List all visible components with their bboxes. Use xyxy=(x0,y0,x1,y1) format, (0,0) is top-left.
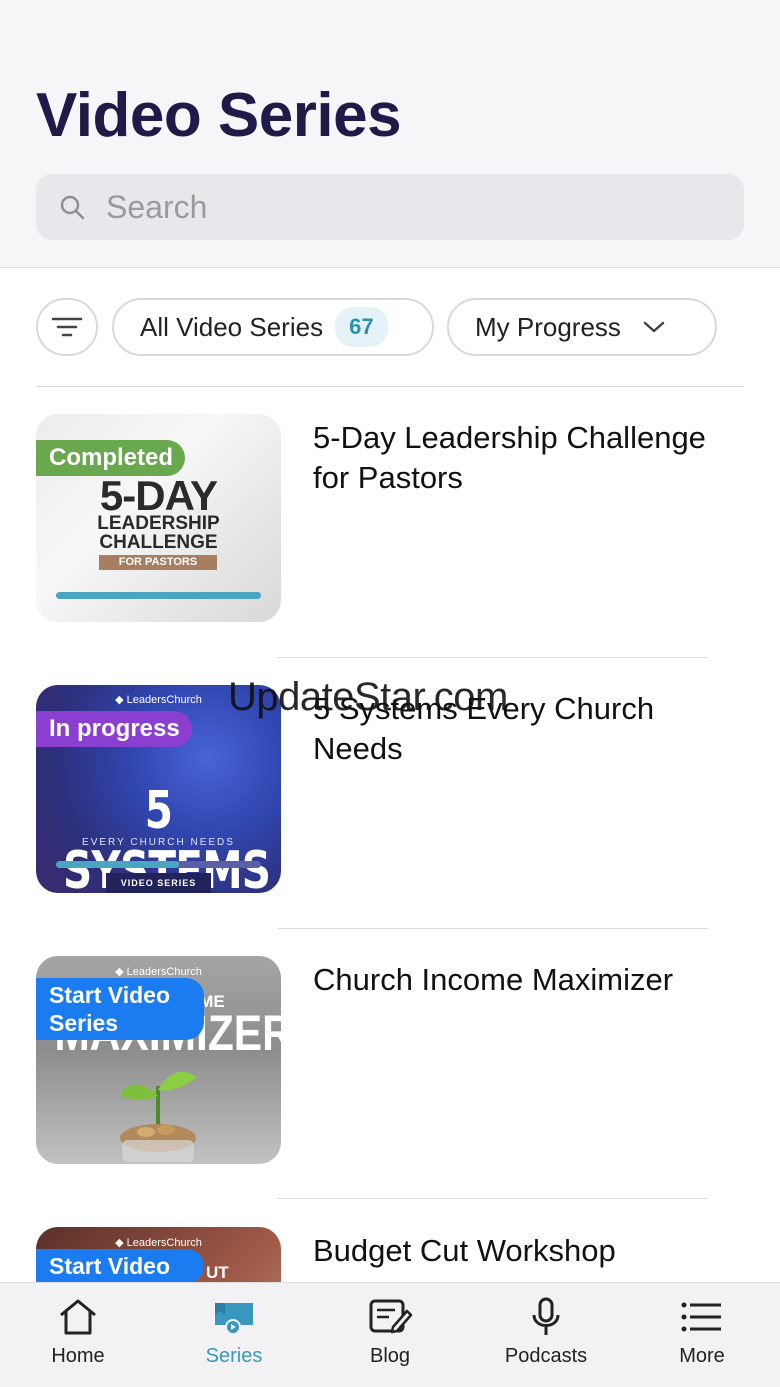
plant-coins-image xyxy=(120,1071,196,1162)
tab-label: Home xyxy=(51,1345,105,1367)
my-progress-label: My Progress xyxy=(475,311,621,342)
page-title: Video Series xyxy=(36,81,402,150)
chevron-down-icon xyxy=(643,321,665,333)
leaderschurch-logo: ◆ LeadersChurch xyxy=(115,966,202,978)
divider xyxy=(36,386,744,387)
microphone-icon xyxy=(532,1297,560,1335)
series-icon xyxy=(215,1303,253,1335)
divider xyxy=(277,1198,708,1199)
tab-more[interactable]: More xyxy=(624,1283,780,1387)
list-item[interactable]: 5-DAY LEADERSHIP CHALLENGE FOR PASTORS C… xyxy=(36,414,744,622)
series-title[interactable]: Church Income Maximizer xyxy=(313,960,733,1000)
series-title[interactable]: Budget Cut Workshop xyxy=(313,1231,733,1271)
filter-icon xyxy=(51,317,83,337)
tab-podcasts[interactable]: Podcasts xyxy=(468,1283,624,1387)
home-icon xyxy=(60,1299,96,1335)
watermark: UpdateStar.com xyxy=(228,675,508,719)
thumbnail-subtitle: UT xyxy=(206,1263,229,1282)
tab-label: Podcasts xyxy=(504,1345,588,1367)
divider xyxy=(277,928,708,929)
leaderschurch-logo: ◆ LeadersChurch xyxy=(115,1237,202,1249)
tab-home[interactable]: Home xyxy=(0,1283,156,1387)
search-icon xyxy=(60,195,85,220)
all-video-series-label: All Video Series xyxy=(140,311,324,342)
series-title[interactable]: 5-Day Leadership Challenge for Pastors xyxy=(313,418,733,498)
divider xyxy=(277,657,708,658)
thumbnail-subtitle: EVERY CHURCH NEEDS xyxy=(82,837,235,848)
series-thumbnail[interactable]: 5-DAY LEADERSHIP CHALLENGE FOR PASTORS C… xyxy=(36,414,281,622)
series-count-badge: 67 xyxy=(335,307,388,347)
progress-fill xyxy=(56,861,179,868)
tab-series[interactable]: Series xyxy=(156,1283,312,1387)
tab-bar: Home Series Blog Podcasts More xyxy=(0,1282,780,1387)
progress-bar xyxy=(56,861,261,868)
blog-icon xyxy=(369,1299,413,1334)
list-item[interactable]: ◆ LeadersChurch OME MAXIMIZER Start Vide… xyxy=(36,956,744,1164)
tab-blog[interactable]: Blog xyxy=(312,1283,468,1387)
status-badge: Start Video xyxy=(36,1249,204,1283)
search-input[interactable] xyxy=(106,188,666,226)
my-progress-dropdown[interactable]: My Progress xyxy=(447,298,717,356)
thumbnail-subtitle: LEADERSHIP CHALLENGE xyxy=(97,513,220,553)
progress-fill xyxy=(56,592,261,599)
search-bar[interactable] xyxy=(36,174,744,240)
series-thumbnail[interactable]: ◆ LeadersChurch OME MAXIMIZER Start Vide… xyxy=(36,956,281,1164)
tab-label: More xyxy=(679,1345,725,1367)
header: Video Series xyxy=(0,0,780,268)
thumbnail-tag: VIDEO SERIES xyxy=(106,873,211,893)
filter-button[interactable] xyxy=(36,298,98,356)
progress-bar xyxy=(56,592,261,599)
all-video-series-chip[interactable]: All Video Series 67 xyxy=(112,298,434,356)
tab-label: Series xyxy=(205,1345,263,1367)
menu-icon xyxy=(681,1302,721,1332)
filter-bar: All Video Series 67 My Progress xyxy=(36,298,744,356)
series-thumbnail[interactable]: ◆ LeadersChurch UT Start Video xyxy=(36,1227,281,1283)
status-badge: Start Video Series xyxy=(36,978,204,1040)
tab-label: Blog xyxy=(369,1345,411,1367)
status-badge: Completed xyxy=(36,440,186,476)
status-badge: In progress xyxy=(36,711,192,747)
thumbnail-tag: FOR PASTORS xyxy=(99,555,217,570)
list-item[interactable]: ◆ LeadersChurch UT Start Video Budget Cu… xyxy=(36,1227,744,1283)
